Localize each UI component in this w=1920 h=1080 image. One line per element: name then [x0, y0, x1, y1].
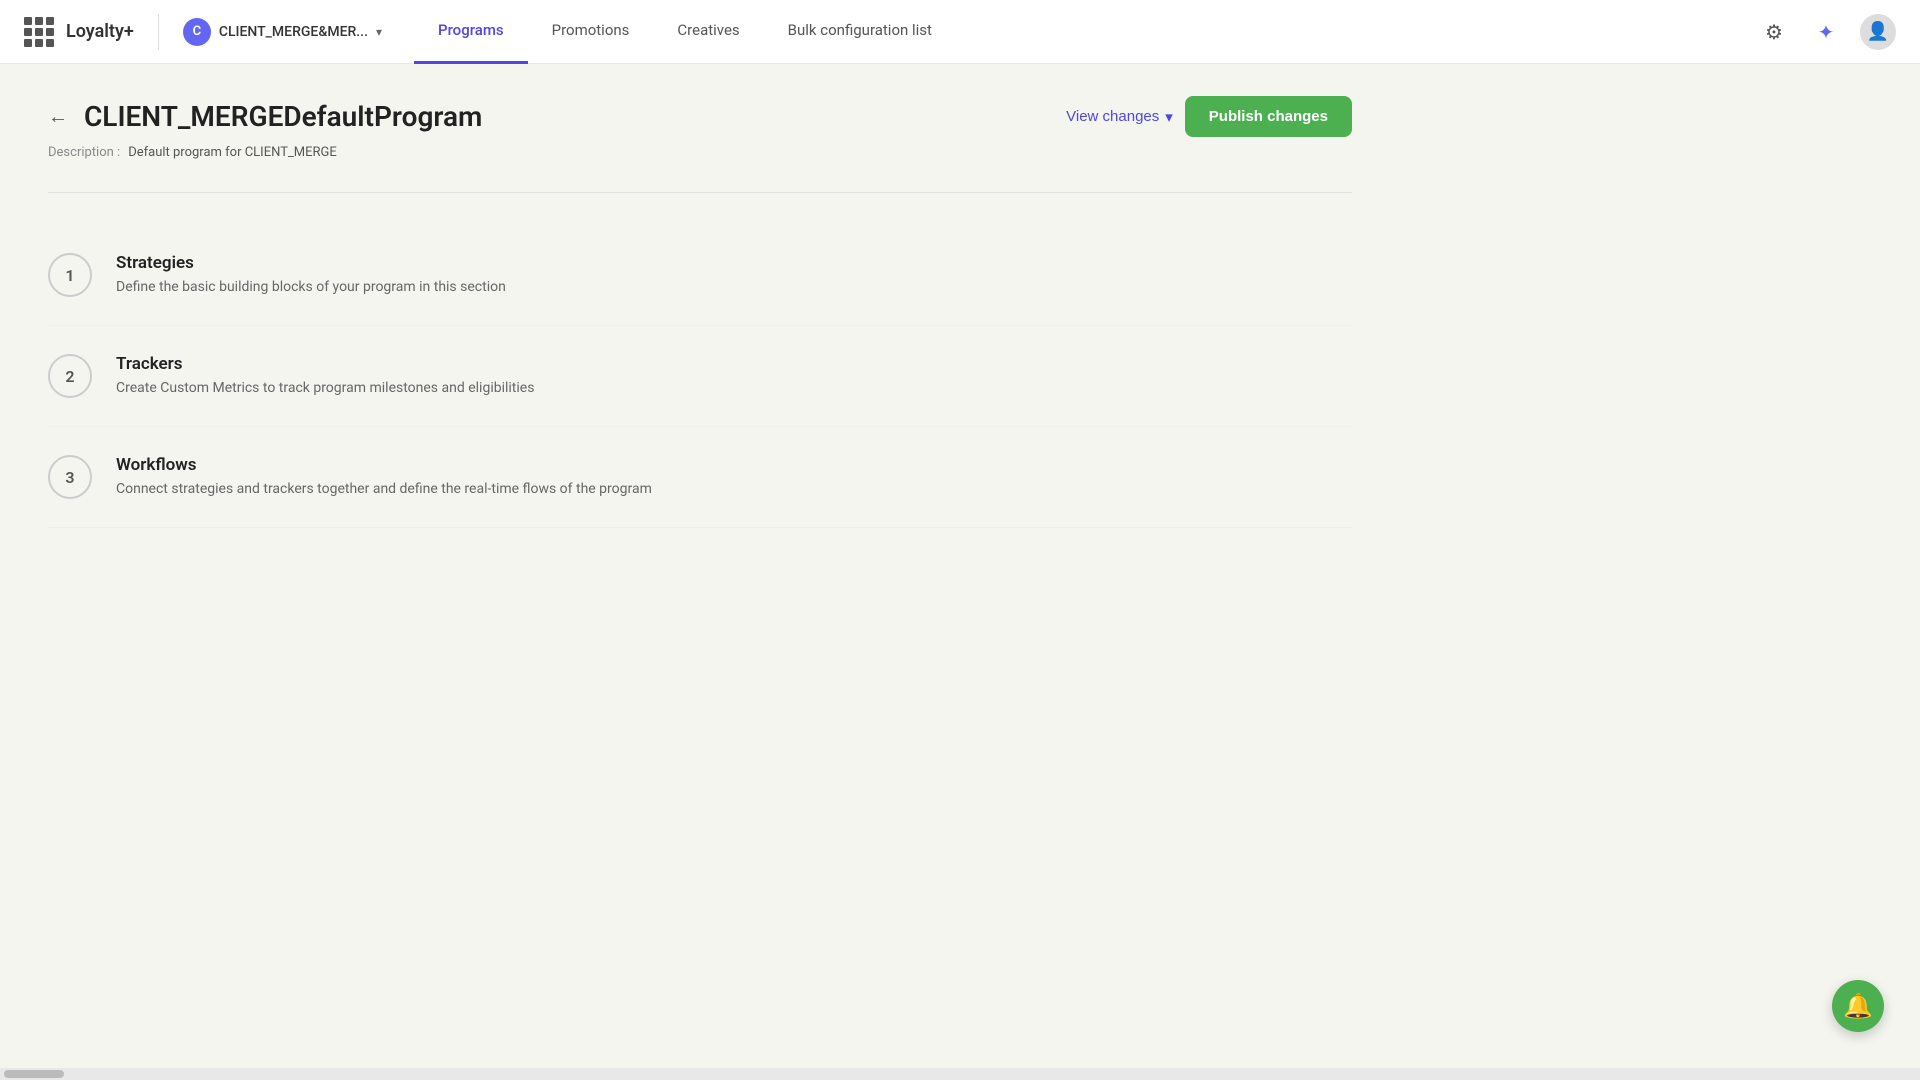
nav-link-bulk-config[interactable]: Bulk configuration list	[764, 0, 956, 64]
nav-link-programs[interactable]: Programs	[414, 0, 528, 64]
nav-right: ⚙ ✦ 👤	[1756, 14, 1896, 50]
section-number-1: 1	[48, 253, 92, 297]
sparkle-icon[interactable]: ✦	[1808, 14, 1844, 50]
page-header: ← CLIENT_MERGEDefaultProgram View change…	[48, 96, 1352, 137]
section-number-2: 2	[48, 354, 92, 398]
divider	[48, 192, 1352, 193]
section-content-3: Workflows Connect strategies and tracker…	[116, 455, 652, 497]
nav-left: Loyalty+	[24, 17, 134, 47]
scrollbar[interactable]	[0, 1068, 1920, 1080]
chevron-down-view-icon: ▾	[1165, 108, 1173, 126]
settings-icon[interactable]: ⚙	[1756, 14, 1792, 50]
navbar: Loyalty+ C CLIENT_MERGE&MER... ▾ Program…	[0, 0, 1920, 64]
client-selector[interactable]: C CLIENT_MERGE&MER... ▾	[183, 18, 382, 46]
section-title-3: Workflows	[116, 455, 652, 475]
title-row: ← CLIENT_MERGEDefaultProgram	[48, 100, 482, 133]
publish-changes-button[interactable]: Publish changes	[1185, 96, 1352, 137]
section-desc-2: Create Custom Metrics to track program m…	[116, 380, 534, 396]
section-item[interactable]: 3 Workflows Connect strategies and track…	[48, 427, 1352, 528]
notification-fab[interactable]: 🔔	[1832, 980, 1884, 1032]
section-content-1: Strategies Define the basic building blo…	[116, 253, 506, 295]
view-changes-label: View changes	[1066, 108, 1159, 125]
nav-link-promotions[interactable]: Promotions	[528, 0, 654, 64]
description-label: Description :	[48, 145, 120, 160]
chevron-down-icon: ▾	[376, 25, 382, 39]
section-title-1: Strategies	[116, 253, 506, 273]
description-row: Description : Default program for CLIENT…	[48, 145, 1352, 160]
app-title: Loyalty+	[66, 21, 134, 42]
back-button[interactable]: ←	[48, 104, 68, 129]
section-desc-3: Connect strategies and trackers together…	[116, 481, 652, 497]
user-avatar[interactable]: 👤	[1860, 14, 1896, 50]
grid-menu-icon[interactable]	[24, 17, 54, 47]
client-name: CLIENT_MERGE&MER...	[219, 24, 368, 40]
section-number-3: 3	[48, 455, 92, 499]
header-actions: View changes ▾ Publish changes	[1066, 96, 1352, 137]
nav-links: Programs Promotions Creatives Bulk confi…	[414, 0, 956, 64]
page-content: ← CLIENT_MERGEDefaultProgram View change…	[0, 64, 1400, 560]
section-desc-1: Define the basic building blocks of your…	[116, 279, 506, 295]
scroll-handle	[4, 1070, 64, 1078]
client-avatar: C	[183, 18, 211, 46]
nav-link-creatives[interactable]: Creatives	[653, 0, 763, 64]
section-list: 1 Strategies Define the basic building b…	[48, 225, 1352, 528]
section-title-2: Trackers	[116, 354, 534, 374]
page-title: CLIENT_MERGEDefaultProgram	[84, 100, 482, 133]
view-changes-button[interactable]: View changes ▾	[1066, 108, 1173, 126]
description-value: Default program for CLIENT_MERGE	[128, 145, 337, 160]
section-item[interactable]: 1 Strategies Define the basic building b…	[48, 225, 1352, 326]
nav-divider	[158, 14, 159, 50]
section-item[interactable]: 2 Trackers Create Custom Metrics to trac…	[48, 326, 1352, 427]
section-content-2: Trackers Create Custom Metrics to track …	[116, 354, 534, 396]
